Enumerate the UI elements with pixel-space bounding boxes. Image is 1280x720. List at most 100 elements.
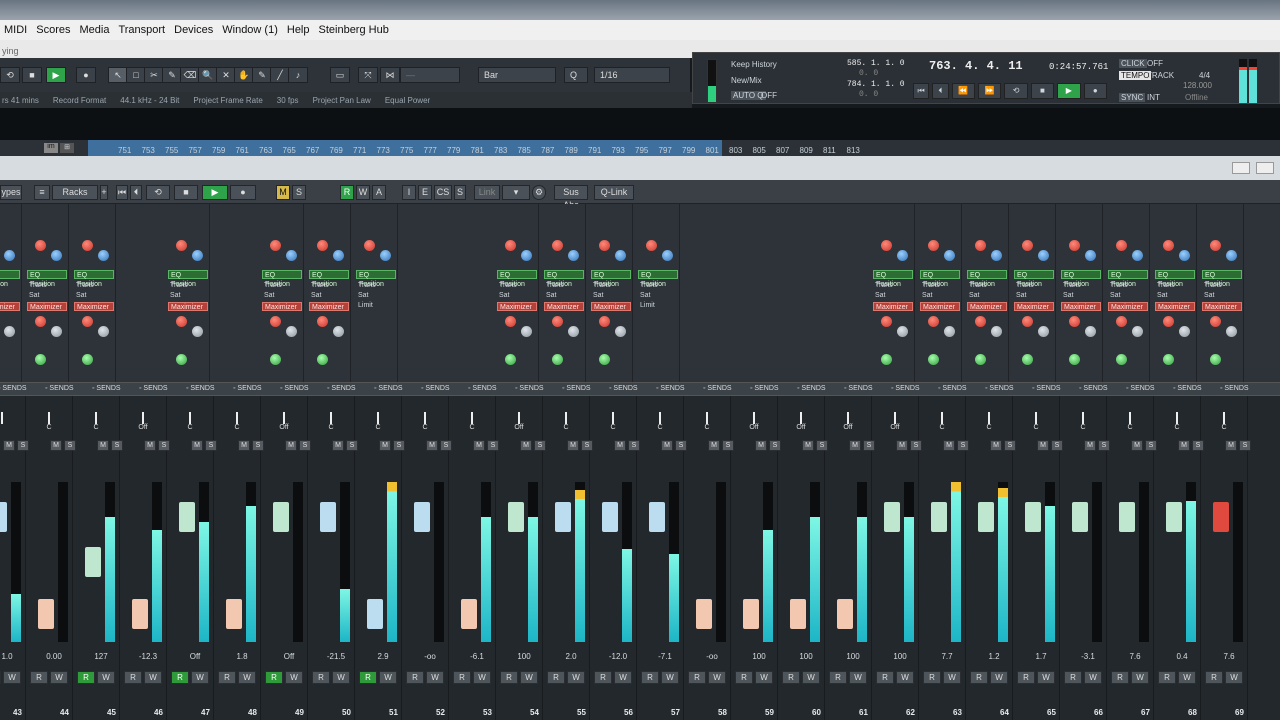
menu-item[interactable]: Media bbox=[79, 24, 109, 36]
sends-toggle[interactable]: ◦ SENDS bbox=[1079, 385, 1108, 392]
eq-position-slot[interactable]: EQ Position bbox=[967, 270, 1007, 288]
volume-fader[interactable] bbox=[555, 501, 571, 532]
optimize-knob[interactable] bbox=[270, 316, 281, 327]
quantize-value-dropdown[interactable]: 1/16 bbox=[594, 67, 670, 83]
volume-value[interactable]: 0.00 bbox=[42, 652, 66, 661]
mute-button[interactable]: M bbox=[755, 440, 767, 451]
read-automation-button[interactable]: R bbox=[171, 671, 189, 684]
write-automation-button[interactable]: W bbox=[379, 671, 397, 684]
mute-button[interactable]: M bbox=[802, 440, 814, 451]
optimize-knob[interactable] bbox=[1116, 316, 1127, 327]
sends-toggle[interactable]: ◦ SENDS bbox=[891, 385, 920, 392]
attack-knob[interactable] bbox=[1163, 240, 1174, 251]
eq-position-slot[interactable]: EQ Position bbox=[638, 270, 678, 288]
read-automation-button[interactable]: R bbox=[641, 671, 659, 684]
attack-knob[interactable] bbox=[82, 240, 93, 251]
maximizer-slot[interactable]: Maximizer bbox=[27, 302, 67, 311]
volume-fader[interactable] bbox=[1072, 501, 1088, 532]
mute-button[interactable]: M bbox=[191, 440, 203, 451]
maximizer-slot[interactable]: Maximizer bbox=[873, 302, 913, 311]
sends-toggle[interactable]: ◦ SENDS bbox=[1126, 385, 1155, 392]
mute-button[interactable]: M bbox=[332, 440, 344, 451]
volume-fader[interactable] bbox=[1025, 501, 1041, 532]
optimize-knob[interactable] bbox=[35, 316, 46, 327]
write-automation-button[interactable]: W bbox=[943, 671, 961, 684]
eq-bypass-button[interactable]: E bbox=[418, 185, 432, 200]
optimize-knob[interactable] bbox=[82, 316, 93, 327]
primary-time-display[interactable]: 763. 4. 4. 11 bbox=[929, 59, 1023, 73]
q-link-button[interactable]: Q-Link bbox=[594, 185, 634, 200]
pan-control[interactable]: C bbox=[181, 412, 199, 432]
volume-value[interactable]: 100 bbox=[841, 652, 865, 661]
maximizer-output-knob[interactable] bbox=[944, 326, 955, 337]
maximizer-slot[interactable]: Maximizer bbox=[591, 302, 631, 311]
output-knob[interactable] bbox=[568, 250, 579, 261]
mute-button[interactable]: M bbox=[97, 440, 109, 451]
read-automation-button[interactable]: R bbox=[406, 671, 424, 684]
write-automation-button[interactable]: W bbox=[50, 671, 68, 684]
eq-position-slot[interactable]: EQ Position bbox=[497, 270, 537, 288]
pan-control[interactable] bbox=[0, 412, 11, 432]
volume-fader[interactable] bbox=[132, 599, 148, 629]
sends-toggle[interactable]: ◦ SENDS bbox=[280, 385, 309, 392]
forward-button[interactable]: ⏩ bbox=[977, 83, 1002, 99]
sends-toggle[interactable]: ◦ SENDS bbox=[92, 385, 121, 392]
read-automation-button[interactable]: R bbox=[829, 671, 847, 684]
sat-slot[interactable]: Sat bbox=[638, 291, 678, 300]
mute-button[interactable]: M bbox=[238, 440, 250, 451]
eq-position-slot[interactable]: EQ Position bbox=[168, 270, 208, 288]
eq-position-slot[interactable]: EQ Position bbox=[1061, 270, 1101, 288]
trans-slot[interactable]: Trans bbox=[1108, 281, 1148, 290]
volume-fader[interactable] bbox=[978, 501, 994, 532]
optimize-knob[interactable] bbox=[1022, 316, 1033, 327]
trans-slot[interactable]: Trans bbox=[74, 281, 114, 290]
mute-button[interactable]: M bbox=[1084, 440, 1096, 451]
attack-knob[interactable] bbox=[505, 240, 516, 251]
quantize-icon[interactable]: Q bbox=[564, 67, 588, 83]
pan-control[interactable]: C bbox=[1074, 412, 1092, 432]
mute-button[interactable]: M bbox=[990, 440, 1002, 451]
read-automation-button[interactable]: R bbox=[453, 671, 471, 684]
output-knob[interactable] bbox=[662, 250, 673, 261]
maximizer-slot[interactable]: Maximizer bbox=[168, 302, 208, 311]
mute-button[interactable]: M bbox=[50, 440, 62, 451]
sat-slot[interactable]: Sat bbox=[27, 291, 67, 300]
write-automation-button[interactable]: W bbox=[97, 671, 115, 684]
volume-fader[interactable] bbox=[320, 501, 336, 532]
sat-slot[interactable]: Sat bbox=[1202, 291, 1242, 300]
mix-knob[interactable] bbox=[599, 354, 610, 365]
output-knob[interactable] bbox=[380, 250, 391, 261]
transport-play-button[interactable]: ▶ bbox=[1057, 83, 1081, 99]
link-button[interactable]: Link bbox=[474, 185, 500, 200]
mute-button[interactable]: M bbox=[1131, 440, 1143, 451]
menu-item[interactable]: Devices bbox=[174, 24, 213, 36]
attack-knob[interactable] bbox=[176, 240, 187, 251]
pan-control[interactable]: C bbox=[557, 412, 575, 432]
volume-value[interactable]: 1.0 bbox=[0, 652, 19, 661]
maximizer-slot[interactable]: Maximizer bbox=[1061, 302, 1101, 311]
read-automation-button[interactable]: R bbox=[312, 671, 330, 684]
mute-button[interactable]: M bbox=[567, 440, 579, 451]
mix-knob[interactable] bbox=[1022, 354, 1033, 365]
sat-slot[interactable]: Sat bbox=[74, 291, 114, 300]
volume-value[interactable]: -21.5 bbox=[324, 652, 348, 661]
maximizer-output-knob[interactable] bbox=[51, 326, 62, 337]
output-knob[interactable] bbox=[1226, 250, 1237, 261]
inserts-bypass-button[interactable]: I bbox=[402, 185, 416, 200]
write-automation-button[interactable]: W bbox=[3, 671, 21, 684]
maximizer-output-knob[interactable] bbox=[4, 326, 15, 337]
read-automation-button[interactable]: R bbox=[688, 671, 706, 684]
pan-control[interactable]: Off bbox=[745, 412, 763, 432]
maximizer-slot[interactable]: Maximizer bbox=[544, 302, 584, 311]
read-automation-button[interactable]: R bbox=[30, 671, 48, 684]
read-automation-button[interactable]: R bbox=[782, 671, 800, 684]
mixer-play[interactable]: ▶ bbox=[202, 185, 228, 200]
pan-control[interactable]: C bbox=[416, 412, 434, 432]
pan-control[interactable]: C bbox=[322, 412, 340, 432]
zoom-tool-icon[interactable]: 🔍 bbox=[198, 67, 218, 83]
pan-control[interactable]: Off bbox=[275, 412, 293, 432]
sends-toggle[interactable]: ◦ SENDS bbox=[1173, 385, 1202, 392]
pan-control[interactable]: C bbox=[463, 412, 481, 432]
read-automation-button[interactable]: R bbox=[359, 671, 377, 684]
restore-button[interactable] bbox=[1256, 162, 1274, 174]
